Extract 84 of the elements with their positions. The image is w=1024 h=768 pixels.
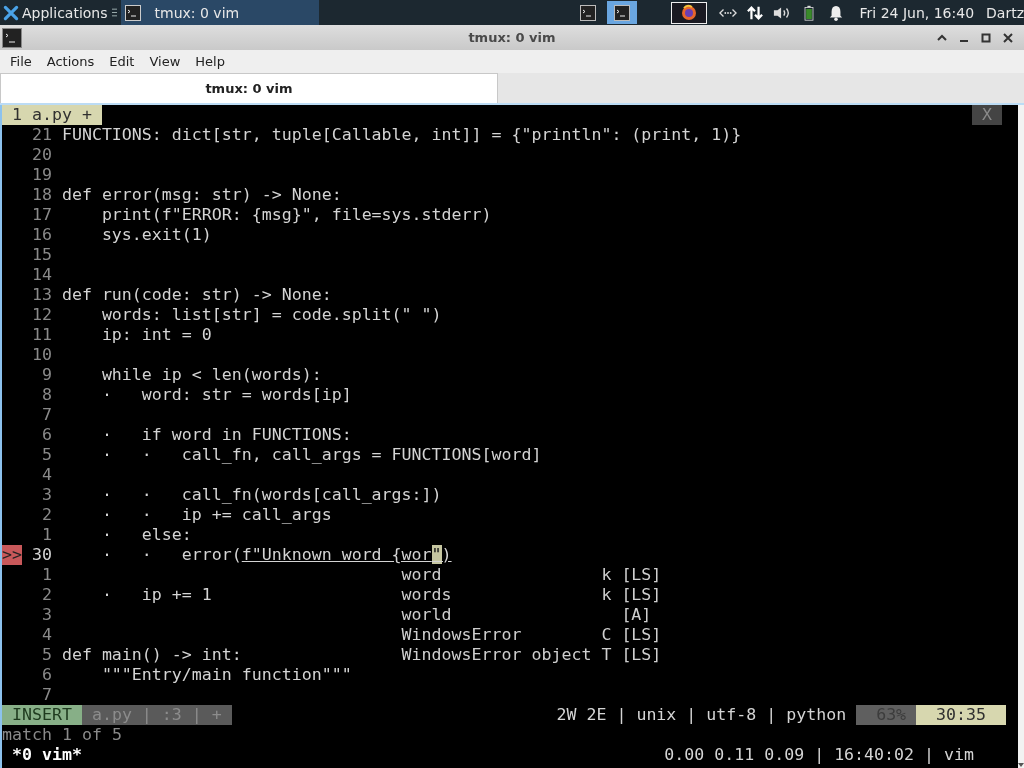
- sign-marker: >>: [2, 545, 22, 565]
- line-number: 4: [40, 625, 52, 645]
- code-line: ip: int = 0: [100, 325, 212, 345]
- down-arrow-icon[interactable]: [1018, 762, 1024, 768]
- cursor-position: 30:35: [916, 705, 1006, 725]
- line-number: 14: [30, 265, 52, 285]
- line-number: 9: [40, 365, 52, 385]
- code-line: · · error(f"Unknown word {wor"): [100, 545, 452, 565]
- maximize-icon[interactable]: [980, 31, 992, 44]
- line-number: 15: [30, 245, 52, 265]
- completion-item[interactable]: word k [LS]: [401, 565, 662, 585]
- applications-menu[interactable]: Applications: [22, 4, 108, 21]
- tmux-status: 0.00 0.11 0.09 | 16:40:02 | vim: [664, 745, 974, 765]
- code-line: while ip < len(words):: [100, 365, 322, 385]
- menu-item[interactable]: File: [10, 54, 32, 69]
- line-number: 6: [40, 425, 52, 445]
- code-line: def main() -> int:: [61, 645, 242, 665]
- handle-icon[interactable]: [111, 7, 117, 18]
- code-line: · ip += 1: [100, 585, 212, 605]
- line-number: 2: [40, 585, 52, 605]
- line-number: 8: [40, 385, 52, 405]
- code-line: · if word in FUNCTIONS:: [100, 425, 352, 445]
- close-icon[interactable]: [1002, 31, 1014, 44]
- clock[interactable]: Fri 24 Jun, 16:40: [859, 4, 975, 21]
- line-number: 4: [40, 465, 52, 485]
- code-line: words: list[str] = code.split(" "): [100, 305, 442, 325]
- terminal-icon: [579, 4, 596, 21]
- user-name[interactable]: Dartz: [986, 4, 1024, 21]
- line-number: 17: [30, 205, 52, 225]
- tmux-window[interactable]: *0 vim*: [2, 745, 82, 765]
- line-number: 6: [40, 665, 52, 685]
- line-number: 5: [40, 645, 52, 665]
- line-number: 11: [30, 325, 52, 345]
- code-line: sys.exit(1): [100, 225, 212, 245]
- code-line: · else:: [100, 525, 192, 545]
- code-line: · · call_fn, call_args = FUNCTIONS[word]: [100, 445, 542, 465]
- line-number: 2: [40, 505, 52, 525]
- completion-item[interactable]: WindowsError C [LS]: [401, 625, 662, 645]
- line-number: 21: [30, 125, 52, 145]
- line-number: 18: [30, 185, 52, 205]
- line-number: 30: [30, 545, 52, 565]
- menu-item[interactable]: Help: [195, 54, 225, 69]
- menu-item[interactable]: Edit: [109, 54, 135, 69]
- menu-item[interactable]: Actions: [46, 54, 95, 69]
- completion-item[interactable]: WindowsError object T [LS]: [401, 645, 662, 665]
- window-title: tmux: 0 vim: [468, 30, 556, 45]
- code-line: · word: str = words[ip]: [100, 385, 352, 405]
- code-line: """Entry/main function""": [100, 665, 352, 685]
- line-number: 1: [40, 525, 52, 545]
- terminal-tab[interactable]: tmux: 0 vim: [0, 73, 498, 103]
- completion-item[interactable]: world [A]: [401, 605, 662, 625]
- line-number: 19: [30, 165, 52, 185]
- x-logo-icon[interactable]: [3, 4, 19, 21]
- terminal-icon: [613, 4, 630, 21]
- code-line: print(f"ERROR: {msg}", file=sys.stderr): [100, 205, 492, 225]
- line-number: 5: [40, 445, 52, 465]
- line-number: 7: [40, 405, 52, 425]
- terminal-icon: [124, 4, 141, 21]
- code-line: · · call_fn(words[call_args:]): [100, 485, 442, 505]
- line-number: 10: [30, 345, 52, 365]
- menu-item[interactable]: View: [149, 54, 181, 69]
- taskbar-button[interactable]: tmux: 0 vim: [120, 0, 319, 25]
- line-number: 12: [30, 305, 52, 325]
- line-number: 7: [40, 685, 52, 705]
- buffer-tab[interactable]: 1 a.py +: [2, 105, 102, 125]
- code-line: def error(msg: str) -> None:: [61, 185, 342, 205]
- line-number: 1: [40, 565, 52, 585]
- transfer-arrows-icon[interactable]: [745, 4, 764, 21]
- completion-item[interactable]: words k [LS]: [401, 585, 662, 605]
- code-line: · · ip += call_args: [100, 505, 332, 525]
- command-message: match 1 of 5: [2, 725, 122, 745]
- code-line: FUNCTIONS: dict[str, tuple[Callable, int]] = {"println": (print, 1)}: [61, 125, 742, 145]
- terminal-icon: [2, 27, 22, 48]
- browser-icon[interactable]: [670, 1, 707, 24]
- file-details: 2W 2E | unix | utf-8 | python: [556, 705, 848, 725]
- mode-indicator: INSERT: [2, 705, 82, 725]
- line-number: 13: [30, 285, 52, 305]
- line-number: 20: [30, 145, 52, 165]
- line-number: 3: [40, 485, 52, 505]
- scrollbar[interactable]: [1018, 105, 1024, 768]
- workspace-button[interactable]: [606, 1, 637, 24]
- line-number: 16: [30, 225, 52, 245]
- code-line: def run(code: str) -> None:: [61, 285, 332, 305]
- line-number: 3: [40, 605, 52, 625]
